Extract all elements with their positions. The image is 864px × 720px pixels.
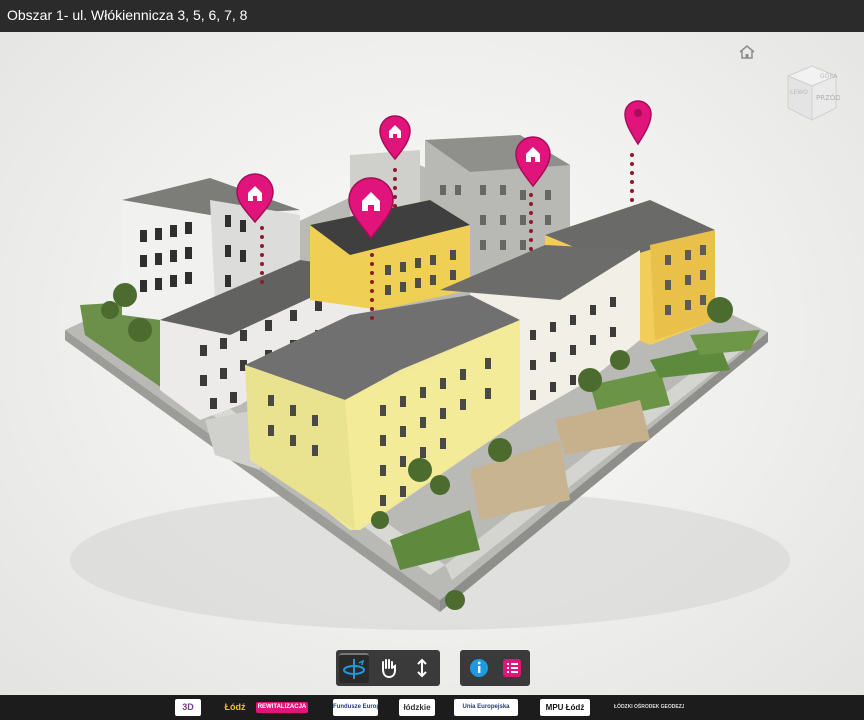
logo-3d: 3D bbox=[175, 699, 201, 716]
info-button[interactable] bbox=[464, 653, 494, 683]
info-icon bbox=[470, 659, 488, 677]
pan-tool-button[interactable] bbox=[373, 653, 403, 683]
3d-viewport[interactable]: GÓRA PRZÓD LEWO bbox=[0, 32, 864, 695]
logo-lodzkie: łódzkie bbox=[399, 699, 435, 716]
logo-fundusze-europejskie: Fundusze Europejskie bbox=[333, 699, 378, 716]
navigation-toolbar bbox=[336, 650, 440, 686]
info-toolbar bbox=[460, 650, 530, 686]
home-icon[interactable] bbox=[738, 44, 756, 60]
logo-rewitalizacja: REWITALIZACJA bbox=[256, 702, 308, 713]
city-block-model[interactable] bbox=[0, 32, 864, 695]
page-title: Obszar 1- ul. Włókiennicza 3, 5, 6, 7, 8 bbox=[7, 7, 248, 23]
navcube-front-label: PRZÓD bbox=[816, 93, 840, 102]
logo-lodzki-osrodek-geodezji: ŁÓDZKI OŚRODEK GEODEZJI bbox=[614, 704, 684, 710]
orbit-tool-button[interactable] bbox=[339, 653, 369, 683]
logo-unia-europejska: Unia Europejska bbox=[454, 699, 518, 716]
zoom-tool-button[interactable] bbox=[407, 653, 437, 683]
zoom-arrows-icon bbox=[417, 658, 427, 678]
logo-mpu-lodz: MPU Łódź bbox=[540, 699, 590, 716]
navigation-cube[interactable]: GÓRA PRZÓD LEWO bbox=[782, 62, 840, 124]
pan-hand-icon bbox=[382, 659, 396, 679]
title-bar: Obszar 1- ul. Włókiennicza 3, 5, 6, 7, 8 bbox=[0, 0, 864, 32]
list-icon bbox=[503, 659, 521, 677]
logo-lodz: Łódź bbox=[224, 702, 246, 712]
orbit-icon bbox=[343, 659, 365, 679]
sponsor-footer: 3D Łódź REWITALIZACJA Fundusze Europejsk… bbox=[0, 695, 864, 720]
list-button[interactable] bbox=[497, 653, 527, 683]
navcube-left-label: LEWO bbox=[790, 89, 808, 96]
pin-icon[interactable] bbox=[624, 100, 652, 146]
navcube-top-label: GÓRA bbox=[820, 73, 838, 80]
